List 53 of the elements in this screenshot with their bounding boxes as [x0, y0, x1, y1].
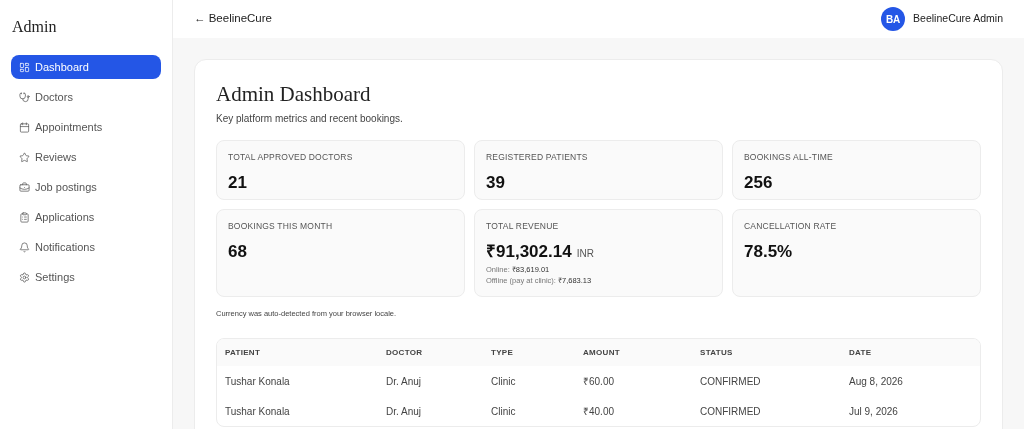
- column-header: AMOUNT: [583, 346, 620, 359]
- table-cell-text: ₹40.00: [583, 404, 615, 419]
- bell-icon: [19, 241, 30, 253]
- table-cell-text: Tushar Konala: [225, 374, 290, 389]
- table-cell-text: Clinic: [491, 374, 516, 389]
- sidebar-item[interactable]: Appointments: [11, 115, 161, 139]
- clipboard-icon: [19, 211, 30, 223]
- sidebar-item[interactable]: Job postings: [11, 175, 161, 199]
- user-name: BeelineCure Admin: [913, 11, 1003, 27]
- sidebar-item[interactable]: Notifications: [11, 235, 161, 259]
- column-header: PATIENT: [225, 346, 261, 359]
- column-header: TYPE: [491, 346, 514, 359]
- currency-unit: INR: [576, 246, 594, 261]
- back-link[interactable]: ← BeelineCure: [194, 10, 272, 28]
- column-header: STATUS: [700, 346, 733, 359]
- sidebar-title: Admin: [11, 17, 57, 37]
- column-header: DATE: [849, 346, 872, 359]
- table-cell-text: Aug 8, 2026: [849, 374, 903, 389]
- sidebar-item[interactable]: Applications: [11, 205, 161, 229]
- table-cell-text: CONFIRMED: [700, 404, 761, 419]
- stat-value: 21: [228, 171, 247, 194]
- table-cell-text: Tushar Konala: [225, 404, 290, 419]
- stat-label: CANCELLATION RATE: [744, 220, 838, 233]
- stat-value: ₹91,302.14: [486, 240, 572, 263]
- table-cell-text: ₹60.00: [583, 374, 615, 389]
- settings-icon: [19, 271, 30, 283]
- table-cell-text: Jul 9, 2026: [849, 404, 898, 419]
- sidebar-item[interactable]: Reviews: [11, 145, 161, 169]
- calendar-icon: [19, 121, 30, 133]
- stat-label: BOOKINGS THIS MONTH: [228, 220, 334, 233]
- stat-label: BOOKINGS ALL-TIME: [744, 151, 834, 164]
- sidebar-item[interactable]: Dashboard: [11, 55, 161, 79]
- stat-value: 256: [744, 171, 773, 194]
- star-icon: [19, 151, 30, 163]
- table-cell-text: CONFIRMED: [700, 374, 761, 389]
- table-cell-text: Dr. Anuj: [386, 404, 422, 419]
- table-cell-text: Dr. Anuj: [386, 374, 422, 389]
- page-subtitle: Key platform metrics and recent bookings.: [216, 112, 404, 126]
- sidebar-item[interactable]: Settings: [11, 265, 161, 289]
- stat-value: 68: [228, 240, 247, 263]
- user-avatar[interactable]: BA: [881, 7, 906, 31]
- page-title: Admin Dashboard: [216, 81, 372, 108]
- stat-label: REGISTERED PATIENTS: [486, 151, 589, 164]
- sidebar-item[interactable]: Doctors: [11, 85, 161, 109]
- stat-value: 39: [486, 171, 505, 194]
- table-cell-text: Clinic: [491, 404, 516, 419]
- briefcase-icon: [19, 181, 30, 193]
- stethoscope-icon: [19, 91, 30, 103]
- column-header: DOCTOR: [386, 346, 423, 359]
- stat-label: TOTAL REVENUE: [486, 220, 560, 233]
- dashboard-icon: [19, 61, 30, 73]
- stat-value: 78.5%: [744, 240, 793, 263]
- stat-label: TOTAL APPROVED DOCTORS: [228, 151, 354, 164]
